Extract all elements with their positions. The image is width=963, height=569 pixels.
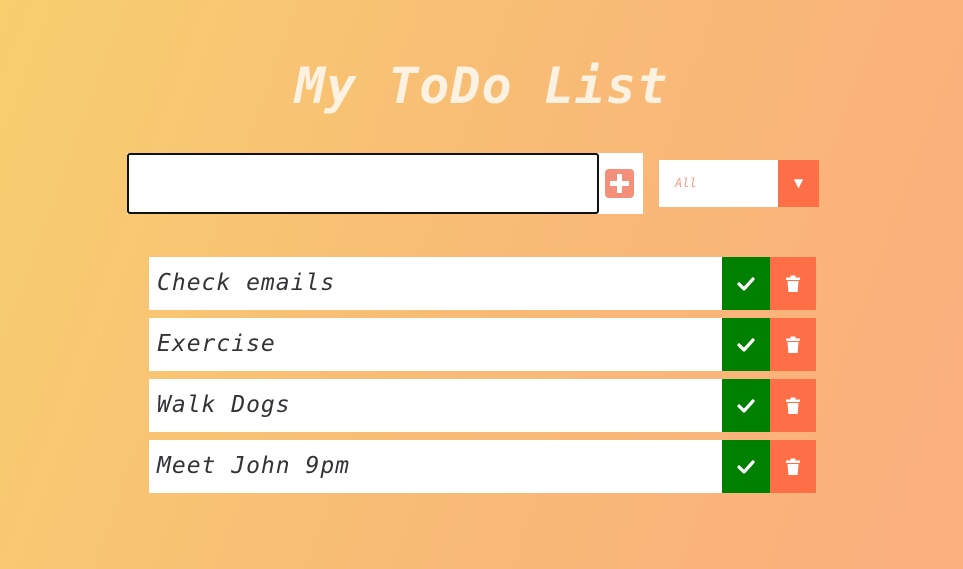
delete-button[interactable] — [770, 257, 816, 310]
trash-icon — [770, 458, 816, 476]
check-icon — [722, 458, 770, 476]
todo-text: Exercise — [157, 331, 276, 357]
plus-icon — [605, 169, 634, 198]
todo-item: Walk Dogs — [149, 379, 816, 432]
todo-text: Walk Dogs — [157, 392, 291, 418]
delete-button[interactable] — [770, 440, 816, 493]
dropdown-arrow-icon[interactable]: ▼ — [778, 160, 819, 207]
complete-button[interactable] — [722, 379, 770, 432]
trash-icon — [770, 275, 816, 293]
check-icon — [722, 275, 770, 293]
todo-input[interactable] — [127, 153, 599, 214]
filter-selected-value: All — [675, 176, 697, 190]
todo-item: Check emails — [149, 257, 816, 310]
check-icon — [722, 397, 770, 415]
trash-icon — [770, 397, 816, 415]
add-todo-form — [127, 153, 643, 214]
complete-button[interactable] — [722, 318, 770, 371]
trash-icon — [770, 336, 816, 354]
add-todo-button[interactable] — [605, 169, 634, 198]
delete-button[interactable] — [770, 318, 816, 371]
delete-button[interactable] — [770, 379, 816, 432]
check-icon — [722, 336, 770, 354]
complete-button[interactable] — [722, 440, 770, 493]
todo-list: Check emails Exercise Walk Dogs Meet Joh… — [149, 257, 816, 501]
todo-text: Check emails — [157, 270, 336, 296]
filter-select[interactable]: All ▼ — [659, 160, 819, 207]
todo-text: Meet John 9pm — [157, 453, 351, 479]
todo-item: Meet John 9pm — [149, 440, 816, 493]
todo-item: Exercise — [149, 318, 816, 371]
page-title: My ToDo List — [294, 56, 669, 115]
complete-button[interactable] — [722, 257, 770, 310]
